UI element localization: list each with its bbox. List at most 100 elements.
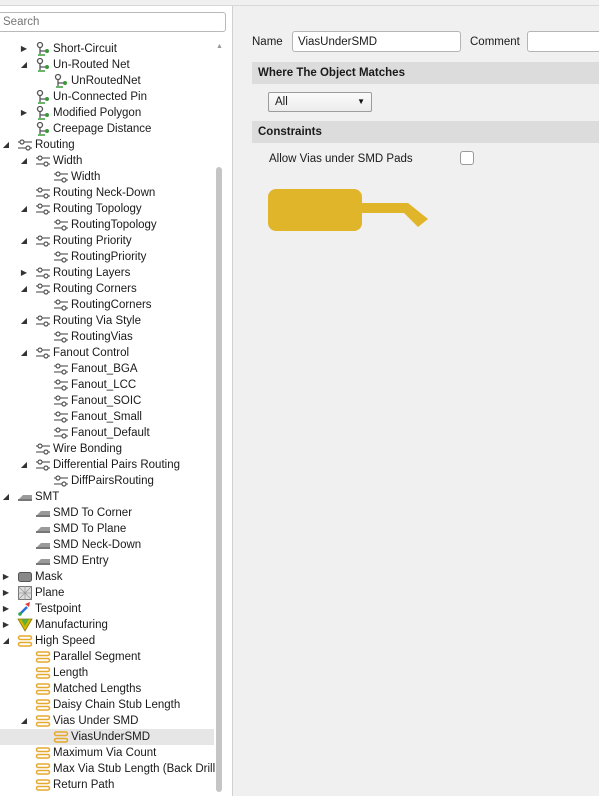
tree-item[interactable]: ▶ Short-Circuit (0, 41, 214, 57)
tree-item[interactable]: Fanout_LCC (0, 377, 214, 393)
allow-vias-checkbox[interactable] (460, 151, 474, 165)
collapse-arrow-icon[interactable]: ◢ (19, 345, 29, 361)
collapse-arrow-icon[interactable]: ◢ (19, 281, 29, 297)
trace-shape (360, 203, 428, 227)
tree-item[interactable]: SMD To Corner (0, 505, 214, 521)
tree-item[interactable]: Max Via Stub Length (Back Drill (0, 761, 215, 777)
scope-select[interactable]: All ▼ (268, 92, 372, 112)
tree-item-label: Manufacturing (35, 619, 108, 631)
collapse-arrow-icon[interactable]: ◢ (1, 489, 11, 505)
tree-item-label: RoutingVias (71, 331, 133, 343)
tree-item[interactable]: ▶ Manufacturing (0, 617, 214, 633)
scroll-up-arrow-icon[interactable]: ▲ (215, 42, 224, 51)
tree-item[interactable]: Length (0, 665, 214, 681)
high-speed-icon (53, 729, 69, 745)
tree-item[interactable]: RoutingTopology (0, 217, 214, 233)
tree-item[interactable]: RoutingVias (0, 329, 214, 345)
tree-item[interactable]: SMD Entry (0, 553, 214, 569)
name-field[interactable] (292, 31, 461, 52)
tree-item-label: Routing Neck-Down (53, 187, 156, 199)
tree-item[interactable]: ◢ Width (0, 153, 214, 169)
comment-label: Comment (470, 36, 520, 48)
tree-item[interactable]: ◢ Differential Pairs Routing (0, 457, 214, 473)
tree-item-label: Routing Topology (53, 203, 142, 215)
expand-arrow-icon[interactable]: ▶ (1, 617, 11, 633)
collapse-arrow-icon[interactable]: ◢ (19, 201, 29, 217)
tree-item[interactable]: ◢ High Speed (0, 633, 214, 649)
tree-scrollbar[interactable]: ▲ (214, 42, 225, 796)
tree-item[interactable]: Fanout_Small (0, 409, 214, 425)
tree-item[interactable]: Width (0, 169, 214, 185)
collapse-arrow-icon[interactable]: ◢ (19, 57, 29, 73)
tree-item[interactable]: Parallel Segment (0, 649, 214, 665)
collapse-arrow-icon[interactable]: ◢ (19, 313, 29, 329)
expand-arrow-icon[interactable]: ▶ (19, 265, 29, 281)
tree-item[interactable]: ViasUnderSMD (0, 729, 214, 745)
smt-icon (35, 537, 51, 553)
tree-item[interactable]: SMD Neck-Down (0, 537, 214, 553)
expand-arrow-icon[interactable]: ▶ (1, 601, 11, 617)
tree-item[interactable]: ◢ Routing Topology (0, 201, 214, 217)
tree-item[interactable]: ◢ Routing (0, 137, 214, 153)
high-speed-icon (35, 649, 51, 665)
tree-item[interactable]: SMD To Plane (0, 521, 214, 537)
collapse-arrow-icon[interactable]: ◢ (1, 633, 11, 649)
collapse-arrow-icon[interactable]: ◢ (1, 137, 11, 153)
plane-icon (17, 585, 33, 601)
tree-item-label: ViasUnderSMD (71, 731, 151, 743)
smd-pad-shape (268, 189, 362, 231)
tree-item[interactable]: Fanout_Default (0, 425, 214, 441)
tree-item-label: SMD To Corner (53, 507, 133, 519)
net-rule-icon (35, 57, 51, 73)
tree-item[interactable]: Routing Neck-Down (0, 185, 214, 201)
tree-item[interactable]: Wire Bonding (0, 441, 214, 457)
collapse-arrow-icon[interactable]: ◢ (19, 457, 29, 473)
tree-item[interactable]: Daisy Chain Stub Length (0, 697, 214, 713)
tree-item[interactable]: Return Path (0, 777, 214, 793)
tree-item-label: Routing (35, 139, 75, 151)
tree-item[interactable]: RoutingPriority (0, 249, 214, 265)
routing-icon (35, 201, 51, 217)
collapse-arrow-icon[interactable]: ◢ (19, 233, 29, 249)
tree-item[interactable]: ◢ SMT (0, 489, 214, 505)
tree-item[interactable]: Maximum Via Count (0, 745, 214, 761)
collapse-arrow-icon[interactable]: ◢ (19, 713, 29, 729)
tree-item-label: Return Path (53, 779, 115, 791)
tree-item[interactable]: RoutingCorners (0, 297, 214, 313)
tree-item[interactable]: ◢ Fanout Control (0, 345, 214, 361)
comment-field[interactable] (527, 31, 599, 52)
high-speed-icon (35, 697, 51, 713)
smt-icon (35, 505, 51, 521)
tree-item[interactable]: ▶ Mask (0, 569, 214, 585)
tree-item[interactable]: ▶ Modified Polygon (0, 105, 214, 121)
routing-icon (35, 345, 51, 361)
tree-item[interactable]: ◢ Vias Under SMD (0, 713, 214, 729)
expand-arrow-icon[interactable]: ▶ (1, 569, 11, 585)
tree-item[interactable]: ◢ Routing Via Style (0, 313, 214, 329)
tree-item-label: Modified Polygon (53, 107, 142, 119)
tree-item[interactable]: Un-Connected Pin (0, 89, 214, 105)
tree-item[interactable]: ▶ Plane (0, 585, 214, 601)
tree-item[interactable]: UnRoutedNet (0, 73, 214, 89)
tree-item[interactable]: ◢ Routing Corners (0, 281, 214, 297)
expand-arrow-icon[interactable]: ▶ (19, 105, 29, 121)
tree-item[interactable]: ◢ Un-Routed Net (0, 57, 214, 73)
collapse-arrow-icon[interactable]: ◢ (19, 153, 29, 169)
tree-item[interactable]: ▶ Testpoint (0, 601, 214, 617)
tree-item-label: Fanout_Default (71, 427, 150, 439)
tree-item[interactable]: Creepage Distance (0, 121, 214, 137)
scrollbar-thumb[interactable] (216, 167, 222, 792)
expand-arrow-icon[interactable]: ▶ (1, 585, 11, 601)
tree-item[interactable]: Matched Lengths (0, 681, 214, 697)
search-input[interactable] (0, 12, 226, 32)
tree-item[interactable]: Fanout_BGA (0, 361, 214, 377)
tree-item[interactable]: ◢ Routing Priority (0, 233, 214, 249)
expand-arrow-icon[interactable]: ▶ (19, 41, 29, 57)
tree-item[interactable]: Fanout_SOIC (0, 393, 214, 409)
routing-icon (35, 153, 51, 169)
tree-item[interactable]: ▶ Routing Layers (0, 265, 214, 281)
routing-icon (53, 473, 69, 489)
net-rule-icon (35, 41, 51, 57)
routing-icon (53, 393, 69, 409)
tree-item[interactable]: DiffPairsRouting (0, 473, 214, 489)
